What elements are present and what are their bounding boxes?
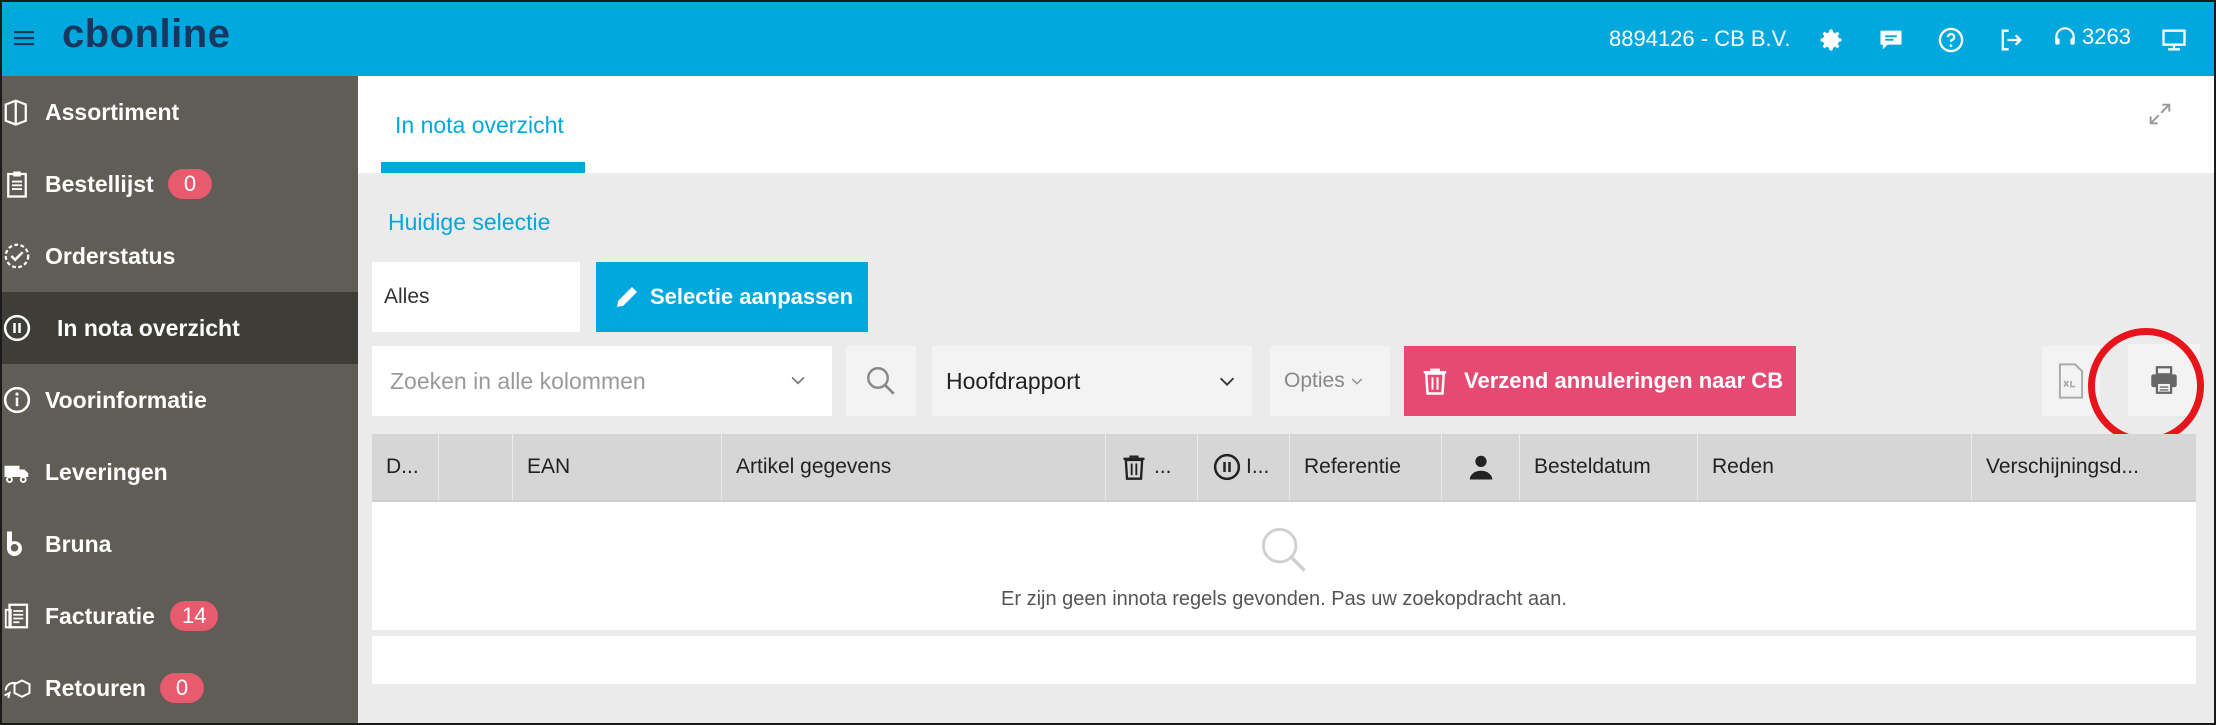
sidebar-item-voorinformatie[interactable]: Voorinformatie [2, 364, 358, 436]
column-header-d[interactable]: D... [372, 434, 439, 500]
column-header-in-nota[interactable]: I... [1198, 434, 1290, 500]
help-icon[interactable] [1937, 26, 1965, 54]
empty-message: Er zijn geen innota regels gevonden. Pas… [1001, 588, 1567, 610]
excel-file-icon [2058, 363, 2084, 399]
support-phone[interactable]: 3263 [2052, 24, 2131, 50]
trash-icon [1123, 455, 1145, 480]
grid-header: D... EAN Artikel gegevens ... I... Refer… [372, 434, 2196, 500]
info-icon [3, 386, 31, 414]
chevron-down-icon [1351, 378, 1362, 385]
edit-selection-button[interactable]: Selectie aanpassen [596, 262, 868, 332]
expand-icon[interactable] [2146, 100, 2174, 128]
sidebar-item-facturatie[interactable]: Facturatie 14 [2, 580, 358, 652]
options-dropdown[interactable]: Opties [1270, 346, 1390, 416]
check-circle-icon [4, 243, 30, 269]
bruna-logo-icon [6, 531, 22, 557]
current-selection-value: Alles [372, 262, 580, 332]
top-bar: cbonline 8894126 - CB B.V. 3263 [0, 0, 2216, 76]
sidebar-item-orderstatus[interactable]: Orderstatus [2, 220, 358, 292]
column-header-verschijningsdatum[interactable]: Verschijningsd... [1972, 434, 2196, 500]
sidebar-item-in-nota-overzicht[interactable]: In nota overzicht [2, 292, 358, 364]
active-tab-indicator [381, 162, 585, 173]
books-icon [4, 99, 27, 126]
pause-circle-icon [3, 314, 31, 342]
truck-icon [4, 465, 29, 483]
column-header-artikel-gegevens[interactable]: Artikel gegevens [722, 434, 1106, 500]
column-header-delete[interactable]: ... [1106, 434, 1198, 500]
user-icon [1469, 455, 1492, 480]
logout-icon[interactable] [1997, 26, 2025, 54]
sidebar: Assortiment Bestellijst 0 Orderstatus In… [0, 76, 358, 725]
search-input[interactable]: Zoeken in alle kolommen [372, 346, 832, 416]
chevron-down-icon [1219, 377, 1235, 386]
search-icon [1262, 528, 1306, 572]
main-content: In nota overzicht Huidige selectie Alles… [358, 76, 2216, 725]
retouren-badge: 0 [160, 673, 204, 703]
search-icon [867, 367, 895, 395]
return-icon [4, 679, 31, 699]
hamburger-menu-icon[interactable] [12, 26, 36, 50]
chat-icon[interactable] [1877, 26, 1905, 54]
column-header-reden[interactable]: Reden [1698, 434, 1972, 500]
gear-icon[interactable] [1817, 26, 1845, 54]
app-logo[interactable]: cbonline [62, 12, 230, 57]
column-header-blank[interactable] [439, 434, 513, 500]
monitor-icon[interactable] [2160, 26, 2188, 54]
sidebar-item-retouren[interactable]: Retouren 0 [2, 652, 358, 724]
bestellijst-badge: 0 [168, 169, 212, 199]
tab-bar: In nota overzicht [358, 76, 2214, 173]
support-number: 3263 [2082, 24, 2131, 49]
facturatie-badge: 14 [170, 601, 219, 631]
column-header-referentie[interactable]: Referentie [1290, 434, 1442, 500]
pause-circle-icon [1213, 453, 1241, 481]
pencil-icon [617, 287, 637, 307]
sidebar-item-bestellijst[interactable]: Bestellijst 0 [2, 148, 358, 220]
account-selector[interactable]: 8894126 - CB B.V. [1609, 26, 1790, 52]
search-button[interactable] [846, 346, 916, 416]
send-cancellations-button[interactable]: Verzend annuleringen naar CB [1404, 346, 1796, 416]
sidebar-item-bruna[interactable]: Bruna [2, 508, 358, 580]
chevron-down-icon[interactable] [788, 370, 808, 390]
sidebar-item-assortiment[interactable]: Assortiment [2, 76, 358, 148]
column-header-besteldatum[interactable]: Besteldatum [1520, 434, 1698, 500]
grid-body: Er zijn geen innota regels gevonden. Pas… [372, 500, 2196, 630]
clipboard-icon [7, 171, 27, 198]
invoice-icon [4, 603, 29, 629]
trash-icon [1423, 368, 1447, 395]
grid-footer [372, 636, 2196, 684]
column-header-ean[interactable]: EAN [513, 434, 722, 500]
sidebar-item-leveringen[interactable]: Leveringen [2, 436, 358, 508]
tab-in-nota-overzicht[interactable]: In nota overzicht [381, 112, 578, 139]
report-select[interactable]: Hoofdrapport [932, 346, 1252, 416]
headset-icon [2055, 27, 2075, 45]
highlight-circle [2088, 328, 2204, 444]
section-title: Huidige selectie [388, 209, 551, 235]
column-header-user[interactable] [1442, 434, 1520, 500]
